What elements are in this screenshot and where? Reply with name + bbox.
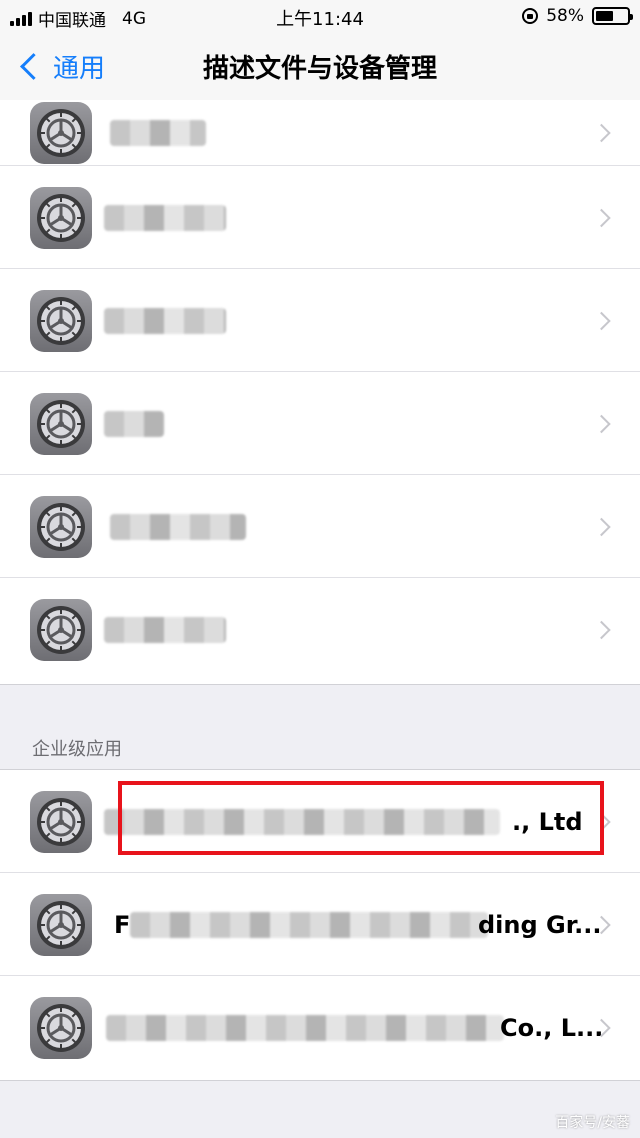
page-title: 描述文件与设备管理 [202,54,437,84]
section-header-enterprise: 企业级应用 [32,739,122,760]
gear-icon [30,599,92,661]
profile-row[interactable] [0,578,640,681]
app-name-lead: F [114,910,131,939]
profile-row[interactable] [0,269,640,372]
gear-icon [30,496,92,558]
gear-icon [30,187,92,249]
battery-percent: 58% [546,6,584,26]
chevron-right-icon [592,414,611,433]
orientation-lock-icon [522,8,539,24]
redacted-name [104,204,226,231]
gear-icon [30,102,92,164]
redacted-name [110,513,246,540]
navigation-bar: 通用 描述文件与设备管理 [0,32,640,101]
enterprise-app-row[interactable]: F ding Gr... [0,873,640,976]
chevron-right-icon [592,620,611,639]
status-bar: 中国联通 4G 上午11:44 58% [0,0,640,32]
highlight-box [118,781,604,855]
redacted-name [104,307,226,334]
chevron-right-icon [592,311,611,330]
redacted-name [104,410,164,437]
enterprise-app-row[interactable]: Co., L... [0,976,640,1079]
battery-icon [592,7,633,25]
chevron-right-icon [592,208,611,227]
profile-row[interactable] [0,166,640,269]
gear-icon [30,997,92,1059]
status-right: 58% [522,6,633,26]
redacted-name [130,911,488,938]
gear-icon [30,290,92,352]
redacted-name [106,1014,504,1041]
app-name-visible: Co., L... [500,1013,604,1042]
redacted-name [104,616,226,643]
profile-row[interactable] [0,475,640,578]
gear-icon [30,393,92,455]
profile-row[interactable] [0,100,640,166]
redacted-name [110,120,206,146]
watermark: 百家号/安蕃 [555,1115,630,1131]
profile-row[interactable] [0,372,640,475]
chevron-right-icon [592,123,611,143]
gear-icon [30,894,92,956]
profiles-list [0,100,640,685]
app-name-visible: ding Gr... [478,910,602,939]
gear-icon [30,791,92,853]
chevron-right-icon [592,517,611,536]
